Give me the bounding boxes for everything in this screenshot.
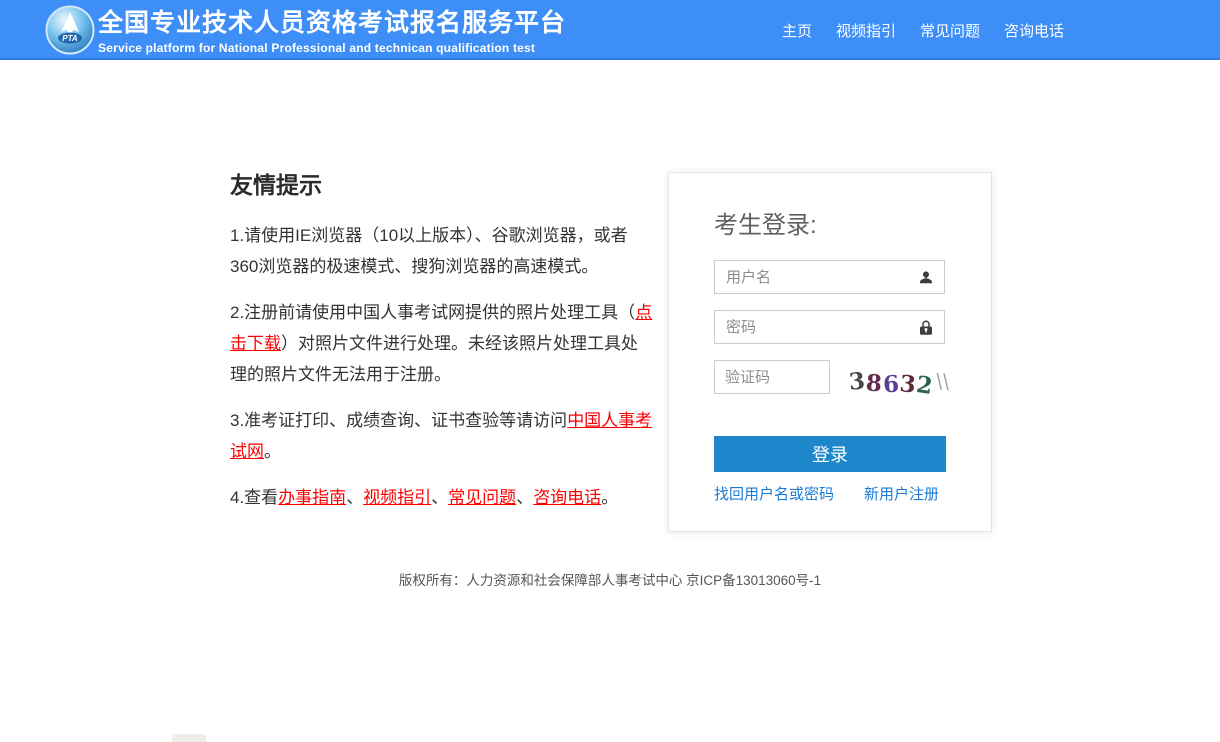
user-icon (917, 269, 935, 287)
notice-tip-1: 1.请使用IE浏览器（10以上版本）、谷歌浏览器，或者360浏览器的极速模式、搜… (230, 220, 654, 282)
tip4-sep-3: 、 (516, 488, 533, 507)
captcha-digit: 2 (914, 370, 935, 399)
svg-text:PTA: PTA (62, 34, 78, 43)
notice-tip-4: 4.查看办事指南、视频指引、常见问题、咨询电话。 (230, 482, 654, 513)
tip3-text-b: 。 (264, 442, 281, 461)
header-nav: 主页 视频指引 常见问题 咨询电话 (782, 0, 1064, 60)
tip2-text-b: ）对照片文件进行处理。未经该照片处理工具处理的照片文件无法用于注册。 (230, 334, 638, 384)
tip4-sep-1: 、 (346, 488, 363, 507)
friendly-notice: 友情提示 1.请使用IE浏览器（10以上版本）、谷歌浏览器，或者360浏览器的极… (230, 166, 654, 528)
login-title: 考生登录: (714, 205, 946, 240)
captcha-input[interactable] (715, 361, 829, 393)
tip2-text-a: 2.注册前请使用中国人事考试网提供的照片处理工具（ (230, 303, 635, 322)
forgot-credentials-link[interactable]: 找回用户名或密码 (714, 483, 834, 504)
service-guide-link[interactable]: 办事指南 (278, 488, 346, 507)
nav-faq-link[interactable]: 常见问题 (920, 20, 980, 41)
tip1-text: 1.请使用IE浏览器（10以上版本）、谷歌浏览器，或者360浏览器的极速模式、搜… (230, 226, 628, 276)
video-guide-link[interactable]: 视频指引 (363, 488, 431, 507)
password-input[interactable] (715, 311, 944, 343)
nav-home-link[interactable]: 主页 (782, 20, 812, 41)
site-subtitle: Service platform for National Profession… (98, 41, 566, 55)
faq-link[interactable]: 常见问题 (448, 488, 516, 507)
site-title: 全国专业技术人员资格考试报名服务平台 (98, 8, 566, 38)
tip4-sep-2: 、 (431, 488, 448, 507)
captcha-image[interactable]: 3 8 6 3 2 \\ (847, 362, 951, 400)
phone-link[interactable]: 咨询电话 (533, 488, 601, 507)
nav-video-guide-link[interactable]: 视频指引 (836, 20, 896, 41)
notice-tip-3: 3.准考证打印、成绩查询、证书查验等请访问中国人事考试网。 (230, 405, 654, 467)
captcha-noise-strokes: \\ (935, 369, 950, 394)
username-field-wrap (714, 260, 945, 294)
captcha-digit: 8 (865, 369, 884, 397)
tip3-text-a: 3.准考证打印、成绩查询、证书查验等请访问 (230, 411, 567, 430)
notice-heading: 友情提示 (230, 166, 654, 200)
captcha-digit: 3 (848, 367, 867, 395)
password-field-wrap (714, 310, 945, 344)
notice-tip-2: 2.注册前请使用中国人事考试网提供的照片处理工具（点击下载）对照片文件进行处理。… (230, 297, 654, 390)
pta-logo-icon: PTA (45, 5, 95, 55)
lock-icon (917, 319, 935, 337)
captcha-field-wrap (714, 360, 830, 394)
login-helper-links: 找回用户名或密码 新用户注册 (714, 483, 946, 504)
tip4-text-b: 。 (601, 488, 618, 507)
tip4-text-a: 4.查看 (230, 488, 278, 507)
nav-phone-link[interactable]: 咨询电话 (1004, 20, 1064, 41)
username-input[interactable] (715, 261, 944, 293)
new-user-register-link[interactable]: 新用户注册 (864, 483, 939, 504)
candidate-login-panel: 考生登录: 3 8 6 3 2 \\ 登录 找回用户名或密码 新用户注册 (668, 172, 992, 532)
copyright-footer: 版权所有：人力资源和社会保障部人事考试中心 京ICP备13013060号-1 (0, 569, 1220, 589)
captcha-row: 3 8 6 3 2 \\ (714, 360, 945, 400)
login-button[interactable]: 登录 (714, 436, 946, 472)
app-header: PTA 全国专业技术人员资格考试报名服务平台 Service platform … (0, 0, 1220, 60)
cutoff-element-artifact (172, 734, 206, 742)
